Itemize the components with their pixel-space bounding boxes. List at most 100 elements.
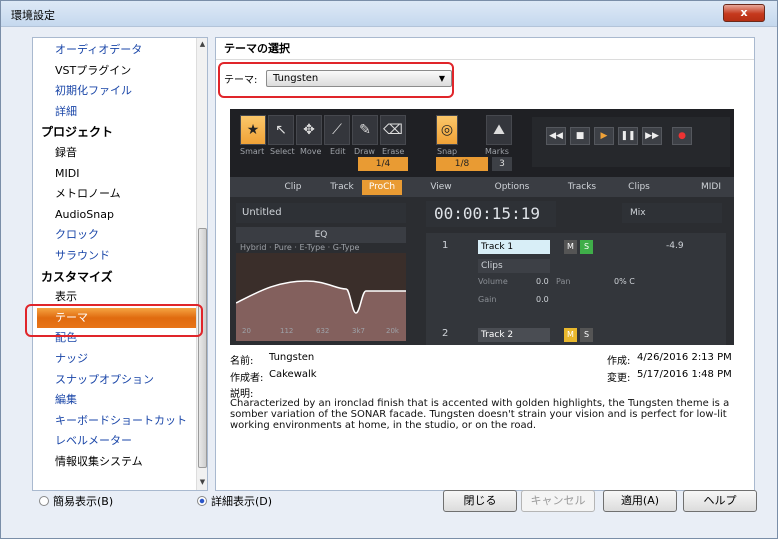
fast-forward-icon: ▶▶ bbox=[642, 127, 662, 145]
simple-view-label: 簡易表示(B) bbox=[53, 495, 114, 508]
gain-label: Gain bbox=[478, 295, 497, 304]
eq-mode-pure: Pure bbox=[274, 243, 292, 252]
track-row-1: 1 Track 1 M S -4.9 bbox=[426, 237, 726, 257]
track-2-name: Track 2 bbox=[478, 328, 550, 342]
track-list: 1 Track 1 M S -4.9 Clips Volume 0.0 Pan … bbox=[426, 233, 726, 345]
nav-item[interactable]: MIDI bbox=[33, 164, 197, 184]
gain-value: 0.0 bbox=[536, 295, 549, 304]
close-window-button[interactable]: x bbox=[723, 4, 765, 22]
nav-item[interactable]: サラウンド bbox=[33, 246, 197, 266]
tool-label-move: Move bbox=[300, 147, 322, 156]
close-button[interactable]: 閉じる bbox=[443, 490, 517, 512]
apply-button[interactable]: 適用(A) bbox=[603, 490, 677, 512]
project-name: Untitled bbox=[236, 203, 406, 223]
modified-value: 5/17/2016 1:48 PM bbox=[637, 369, 732, 380]
highlight-theme-select bbox=[218, 62, 454, 98]
scroll-down-icon[interactable]: ▼ bbox=[198, 478, 207, 488]
track-row-2: 2 Track 2 M S bbox=[426, 325, 726, 345]
eq-mode-etype: E-Type bbox=[299, 243, 326, 252]
nav-item[interactable]: VSTプラグイン bbox=[33, 61, 197, 81]
nav-item[interactable]: 詳細 bbox=[33, 102, 197, 122]
scroll-thumb[interactable] bbox=[198, 228, 207, 468]
nav-item[interactable]: 録音 bbox=[33, 143, 197, 163]
modified-label: 変更: bbox=[607, 373, 631, 384]
cancel-button[interactable]: キャンセル bbox=[521, 490, 595, 512]
eq-mode-hybrid: Hybrid bbox=[240, 243, 267, 252]
highlight-theme-nav bbox=[25, 304, 203, 337]
eq-freq-2: 632 bbox=[316, 327, 330, 335]
nav-scrollbar[interactable]: ▲ ▼ bbox=[196, 38, 207, 490]
tab-proch: ProCh bbox=[362, 180, 402, 195]
move-tool-icon: ✥ bbox=[296, 115, 322, 145]
pan-value: 0% C bbox=[614, 277, 635, 286]
mute-icon: M bbox=[564, 240, 577, 254]
snap-value-1: 1/4 bbox=[358, 157, 408, 171]
nav-item[interactable]: AudioSnap bbox=[33, 205, 197, 225]
tab-options: Options bbox=[494, 182, 530, 192]
snap-icon: ◎ bbox=[436, 115, 458, 145]
nav-item[interactable]: スナップオプション bbox=[33, 370, 197, 390]
eq-header: EQ bbox=[236, 227, 406, 243]
play-icon: ▶ bbox=[594, 127, 614, 145]
category-list: オーディオデータ VSTプラグイン 初期化ファイル 詳細 プロジェクト 録音 MIDI メトロ… bbox=[33, 38, 197, 490]
mix-selector: Mix bbox=[622, 203, 722, 223]
solo-icon: S bbox=[580, 328, 593, 342]
stop-icon: ■ bbox=[570, 127, 590, 145]
simple-view-radio[interactable]: 簡易表示(B) bbox=[39, 493, 113, 509]
select-tool-icon: ↖ bbox=[268, 115, 294, 145]
tab-view: View bbox=[430, 182, 452, 192]
track-1-number: 1 bbox=[442, 240, 449, 251]
nav-item[interactable]: キーボードショートカット bbox=[33, 411, 197, 431]
nav-section-header[interactable]: カスタマイズ bbox=[33, 267, 197, 287]
tab-tracks: Tracks bbox=[567, 182, 597, 192]
nav-item[interactable]: クロック bbox=[33, 225, 197, 245]
nav-item[interactable]: レベルメーター bbox=[33, 431, 197, 451]
erase-tool-icon: ⌫ bbox=[380, 115, 406, 145]
eq-mode-gtype: G-Type bbox=[332, 243, 360, 252]
marks-label: Marks bbox=[485, 147, 509, 156]
nav-item[interactable]: メトロノーム bbox=[33, 184, 197, 204]
tab-clips: Clips bbox=[628, 182, 650, 192]
edit-tool-icon: ⟋ bbox=[324, 115, 350, 145]
nav-section-header[interactable]: プロジェクト bbox=[33, 122, 197, 142]
solo-icon: S bbox=[580, 240, 593, 254]
tool-label-draw: Draw bbox=[354, 147, 375, 156]
help-button[interactable]: ヘルプ bbox=[683, 490, 757, 512]
record-icon: ● bbox=[672, 127, 692, 145]
theme-preview: ★ ↖ ✥ ⟋ ✎ ⌫ Smart Select Move Edit Draw … bbox=[230, 109, 734, 345]
rewind-icon: ◀◀ bbox=[546, 127, 566, 145]
nav-item[interactable]: ナッジ bbox=[33, 349, 197, 369]
pan-label: Pan bbox=[556, 277, 571, 286]
eq-freq-0: 20 bbox=[242, 327, 251, 335]
mute-icon: M bbox=[564, 328, 577, 342]
tool-label-erase: Erase bbox=[382, 147, 405, 156]
eq-freq-1: 112 bbox=[280, 327, 294, 335]
eq-freq-4: 20k bbox=[386, 327, 399, 335]
nav-item[interactable]: オーディオデータ bbox=[33, 40, 197, 60]
smart-tool-icon: ★ bbox=[240, 115, 266, 145]
detail-view-label: 詳細表示(D) bbox=[211, 495, 273, 508]
draw-tool-icon: ✎ bbox=[352, 115, 378, 145]
preview-tabbar: Clip Track ProCh View Options Tracks Cli… bbox=[230, 177, 734, 197]
volume-value: 0.0 bbox=[536, 277, 549, 286]
name-label: 名前: bbox=[230, 356, 254, 367]
nav-item[interactable]: 編集 bbox=[33, 390, 197, 410]
title-bar: 環境設定 x bbox=[1, 1, 777, 27]
created-value: 4/26/2016 2:13 PM bbox=[637, 352, 732, 363]
nav-item[interactable]: 初期化ファイル bbox=[33, 81, 197, 101]
detail-view-radio[interactable]: 詳細表示(D) bbox=[197, 493, 272, 509]
tab-midi: MIDI bbox=[700, 182, 721, 192]
scroll-up-icon[interactable]: ▲ bbox=[198, 40, 207, 50]
tool-label-edit: Edit bbox=[330, 147, 346, 156]
name-value: Tungsten bbox=[269, 352, 315, 363]
nav-item[interactable]: 情報収集システム bbox=[33, 452, 197, 472]
radio-off-icon bbox=[39, 496, 49, 506]
created-label: 作成: bbox=[607, 356, 631, 367]
tab-clip: Clip bbox=[284, 182, 302, 192]
tool-label-select: Select bbox=[270, 147, 295, 156]
transport-controls: ◀◀ ■ ▶ ❚❚ ▶▶ ● bbox=[532, 117, 730, 167]
preview-toolbar: ★ ↖ ✥ ⟋ ✎ ⌫ Smart Select Move Edit Draw … bbox=[230, 109, 734, 177]
time-display: 00:00:15:19 bbox=[426, 201, 556, 227]
author-label: 作成者: bbox=[230, 373, 264, 384]
snap-label: Snap bbox=[437, 147, 458, 156]
